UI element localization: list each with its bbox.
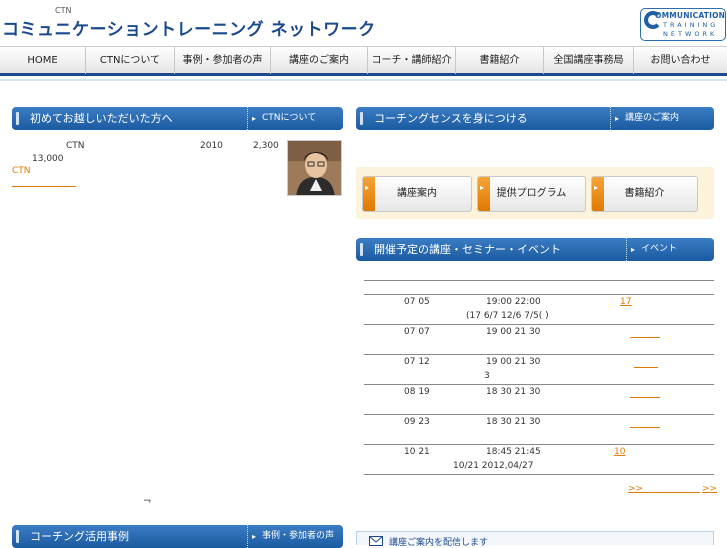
event-time: 18:45 21:45 [486,447,541,457]
event-link[interactable]: 17 [620,297,670,307]
event-time: 18 30 21 30 [486,417,541,427]
mail-bar-text: 講座ご案内を配信します [389,538,489,548]
table-header-row [364,281,714,295]
events-table: 07 05 19:00 22:00 17 (17 6/7 12/6 7/5( )… [364,280,714,475]
event-row: 07 05 19:00 22:00 17 (17 6/7 12/6 7/5( ) [364,295,714,325]
programs-button[interactable]: 提供プログラム [477,176,586,212]
logo-text-1: OMMUNICATION [655,11,726,20]
logo-text-2: TRAINING [663,21,719,29]
nav-coaches[interactable]: コーチ・講師紹介 [368,47,456,74]
event-link[interactable] [630,427,660,428]
event-link[interactable] [630,337,660,338]
intro-text-c: 2,300 [253,141,279,151]
representative-photo [287,140,342,196]
ctn-logo[interactable]: OMMUNICATION TRAINING NETWORK [640,8,726,41]
nav-offices[interactable]: 全国講座事務局 [544,47,634,74]
event-date: 10 21 [404,447,430,457]
event-link[interactable] [630,397,660,398]
nav-courses[interactable]: 講座のご案内 [271,47,368,74]
event-note: 3 [484,371,490,381]
intro-panel-title: 初めてお越しいただいた方へ [30,112,173,125]
books-button[interactable]: 書籍紹介 [591,176,698,212]
event-time: 19:00 22:00 [486,297,541,307]
nav-cases[interactable]: 事例・参加者の声 [175,47,271,74]
events-panel-header: 開催予定の講座・セミナー・イベント イベント [356,238,714,261]
header-accent [16,112,19,125]
programs-label: 提供プログラム [496,188,567,199]
event-link[interactable]: 10 [614,447,654,457]
site-header: CTN コミュニケーショントレーニング ネットワーク OMMUNICATION … [0,0,727,46]
books-label: 書籍紹介 [624,188,665,199]
event-time: 19 00 21 30 [486,357,541,367]
site-title[interactable]: コミュニケーショントレーニング ネットワーク [2,15,376,40]
event-time: 19 00 21 30 [486,327,541,337]
nav-home[interactable]: HOME [0,47,86,74]
event-date: 09 23 [404,417,430,427]
more-events-underline[interactable] [642,492,700,493]
intro-text-a: CTN [66,141,85,151]
main-nav: HOME CTNについて 事例・参加者の声 講座のご案内 コーチ・講師紹介 書籍… [0,46,727,76]
course-info-button[interactable]: 講座案内 [362,176,472,212]
mail-subscribe-bar[interactable]: 講座ご案内を配信します [356,531,714,548]
intro-panel-header: 初めてお越しいただいた方へ CTNについて [12,107,343,130]
event-row: 08 19 18 30 21 30 [364,385,714,415]
logo-text-3: NETWORK [663,30,718,38]
events-panel-link[interactable]: イベント [626,238,714,261]
header-accent [16,530,19,543]
intro-ctn-link[interactable]: CTN [12,166,76,187]
event-date: 07 12 [404,357,430,367]
event-time: 18 30 21 30 [486,387,541,397]
intro-panel-link[interactable]: CTNについて [247,107,343,130]
tagline: CTN [55,6,72,15]
event-note: (17 6/7 12/6 7/5( ) [466,311,549,321]
nav-about[interactable]: CTNについて [86,47,175,74]
intro-text-b: 2010 [200,141,223,151]
nav-books[interactable]: 書籍紹介 [456,47,544,74]
event-date: 08 19 [404,387,430,397]
nav-contact[interactable]: お問い合わせ [634,47,727,74]
event-note: 10/21 2012,04/27 [453,461,534,471]
header-accent [360,112,363,125]
event-date: 07 07 [404,327,430,337]
orange-tab-icon [592,177,604,211]
event-row: 10 21 18:45 21:45 10 10/21 2012,04/27 [364,445,714,475]
event-row: 07 12 19 00 21 30 3 [364,355,714,385]
decorative-mark: ¬ [143,496,152,507]
orange-tab-icon [363,177,375,211]
event-row: 07 07 19 00 21 30 [364,325,714,355]
header-accent [360,243,363,256]
event-date: 07 05 [404,297,430,307]
intro-text-row2: 13,000 [32,154,64,164]
more-events-link-left[interactable]: >> [628,484,643,494]
orange-tab-icon [478,177,490,211]
course-info-label: 講座案内 [397,188,437,199]
coaching-panel-header: コーチングセンスを身につける 講座のご案内 [356,107,714,130]
nav-stripe [0,79,727,81]
events-panel-title: 開催予定の講座・セミナー・イベント [374,243,561,256]
event-link[interactable] [634,367,658,368]
coaching-panel-link[interactable]: 講座のご案内 [610,107,714,130]
event-row: 09 23 18 30 21 30 [364,415,714,445]
coaching-panel-title: コーチングセンスを身につける [374,112,528,125]
more-events-link-right[interactable]: >> [702,484,717,494]
